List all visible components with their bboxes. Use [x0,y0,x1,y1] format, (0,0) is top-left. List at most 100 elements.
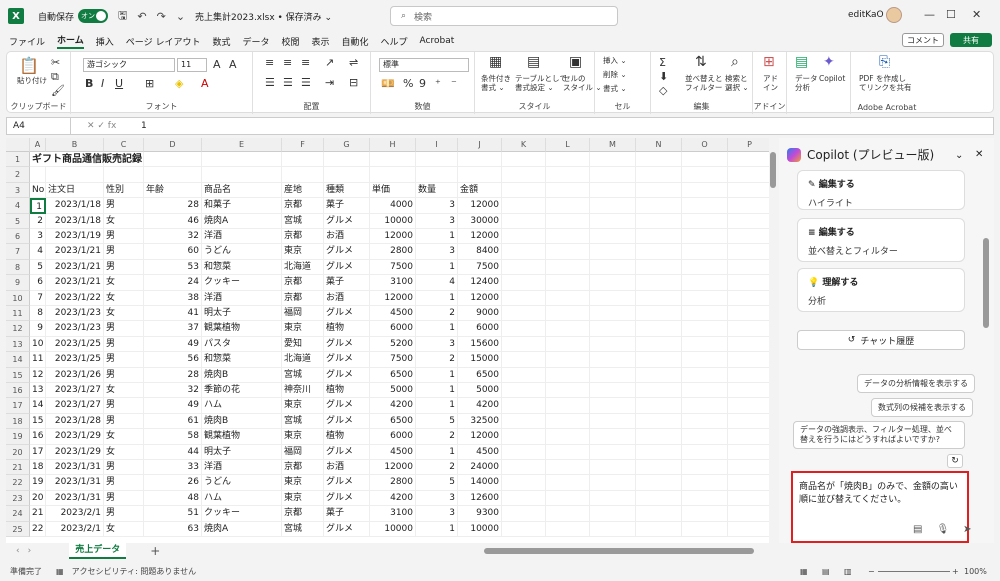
font-color-icon[interactable]: A [201,77,209,90]
grid-cell[interactable]: 東京 [282,321,324,337]
grid-cell[interactable]: 12400 [458,275,502,291]
grid-cell[interactable]: 2800 [370,244,416,260]
grid-cell[interactable]: 5000 [458,383,502,399]
grid-cell[interactable]: 菓子 [324,198,370,214]
select-all-corner[interactable] [6,138,30,152]
menu-tab[interactable]: 挿入 [96,35,114,48]
grid-cell[interactable] [546,490,590,507]
grid-cell[interactable] [546,259,590,276]
column-header[interactable]: L [546,138,590,152]
grid-cell[interactable]: 東京 [282,475,324,491]
grid-cell[interactable]: 56 [144,352,202,368]
grid-cell[interactable] [682,213,728,229]
merge-icon[interactable]: ⊟ [349,76,358,89]
grid-cell[interactable]: 2023/1/25 [46,336,104,353]
grid-cell[interactable] [682,321,728,337]
grid-cell[interactable]: 性別 [104,182,144,199]
grid-cell[interactable]: うどん [202,475,282,491]
row-header[interactable]: 19 [6,429,30,445]
close-pane-icon[interactable]: ✕ [975,149,983,160]
grid-cell[interactable] [590,383,636,399]
grid-cell[interactable]: 産地 [282,182,324,199]
grid-cell[interactable] [728,275,769,291]
grid-cell[interactable]: 3 [416,336,458,353]
row-header[interactable]: 3 [6,182,30,199]
grid-cell[interactable]: グルメ [324,259,370,276]
grid-cell[interactable]: グルメ [324,367,370,383]
grid-cell[interactable]: 女 [104,521,144,537]
grid-cell[interactable]: 2023/1/29 [46,429,104,445]
grid-cell[interactable]: 8 [30,306,46,322]
suggestion-card-highlight[interactable]: ✎ 編集する ハイライト [797,170,965,210]
grid-cell[interactable]: 5 [416,413,458,430]
grid-cell[interactable] [728,244,769,260]
grid-cell[interactable]: 28 [144,198,202,214]
orientation-icon[interactable]: ↗ [325,56,334,69]
row-header[interactable]: 1 [6,152,30,168]
grid-cell[interactable]: 49 [144,336,202,353]
menu-tab[interactable]: 校閲 [281,35,299,48]
maximize-icon[interactable]: ☐ [946,8,956,21]
grid-cell[interactable] [458,167,502,183]
grid-cell[interactable] [546,367,590,383]
grid-cell[interactable]: グルメ [324,336,370,353]
grid-cell[interactable] [636,259,682,276]
grid-cell[interactable]: 1 [416,444,458,460]
grid-cell[interactable] [546,475,590,491]
currency-icon[interactable]: 💴 [381,77,395,90]
grid-cell[interactable]: 3 [416,213,458,229]
grid-cell[interactable] [590,460,636,476]
grid-cell[interactable]: 8400 [458,244,502,260]
grid-cell[interactable] [728,229,769,245]
search-box[interactable]: ⌕ 検索 [390,6,618,26]
grid-cell[interactable]: 2023/1/23 [46,321,104,337]
indent-icon[interactable]: ⇥ [325,76,334,89]
grid-cell[interactable] [324,152,370,168]
grid-cell[interactable] [502,259,546,276]
grid-cell[interactable] [636,444,682,460]
clear-icon[interactable]: ◇ [659,84,667,97]
grid-cell[interactable]: 17 [30,444,46,460]
grid-cell[interactable] [728,352,769,368]
grid-cell[interactable]: 4500 [458,444,502,460]
grid-cell[interactable] [636,490,682,507]
grid-cell[interactable] [590,182,636,199]
grid-cell[interactable]: 4200 [370,490,416,507]
grid-cell[interactable]: 1 [416,398,458,414]
grid-cell[interactable] [502,198,546,214]
grid-cell[interactable]: 37 [144,321,202,337]
macro-icon[interactable]: ▦ [56,567,64,576]
grid-cell[interactable] [682,198,728,214]
grid-cell[interactable]: 12000 [370,229,416,245]
grid-cell[interactable] [636,383,682,399]
grid-cell[interactable]: 2 [416,306,458,322]
grid-cell[interactable] [636,275,682,291]
grid-cell[interactable] [502,321,546,337]
grid-cell[interactable] [502,506,546,522]
grid-cell[interactable]: 男 [104,398,144,414]
grid-cell[interactable] [682,244,728,260]
vertical-scrollbar[interactable] [769,138,777,543]
grid-cell[interactable]: 宮城 [282,413,324,430]
grid-cell[interactable]: 2023/1/18 [46,198,104,214]
grid-cell[interactable]: 7500 [458,259,502,276]
grid-cell[interactable]: 2023/1/23 [46,306,104,322]
zoom-level[interactable]: 100% [964,567,987,576]
grid-cell[interactable]: グルメ [324,398,370,414]
grid-cell[interactable] [546,198,590,214]
grid-cell[interactable]: グルメ [324,306,370,322]
zoom-in-icon[interactable]: + [952,567,959,576]
grid-cell[interactable]: 京都 [282,198,324,214]
grid-cell[interactable]: 3 [416,490,458,507]
grid-cell[interactable] [636,460,682,476]
grid-cell[interactable]: 男 [104,506,144,522]
suggestion-chip[interactable]: データの強調表示、フィルター処理、並べ替えを行うにはどうすればよいですか? [793,421,965,449]
grid-cell[interactable]: 京都 [282,229,324,245]
grid-cell[interactable] [546,521,590,537]
grid-cell[interactable]: 9300 [458,506,502,522]
grid-cell[interactable]: 5000 [370,383,416,399]
horizontal-scrollbar[interactable] [484,548,754,554]
page-layout-icon[interactable]: ▤ [822,567,830,576]
grid-cell[interactable] [144,167,202,183]
format-painter-icon[interactable]: 🖌 [51,84,65,97]
